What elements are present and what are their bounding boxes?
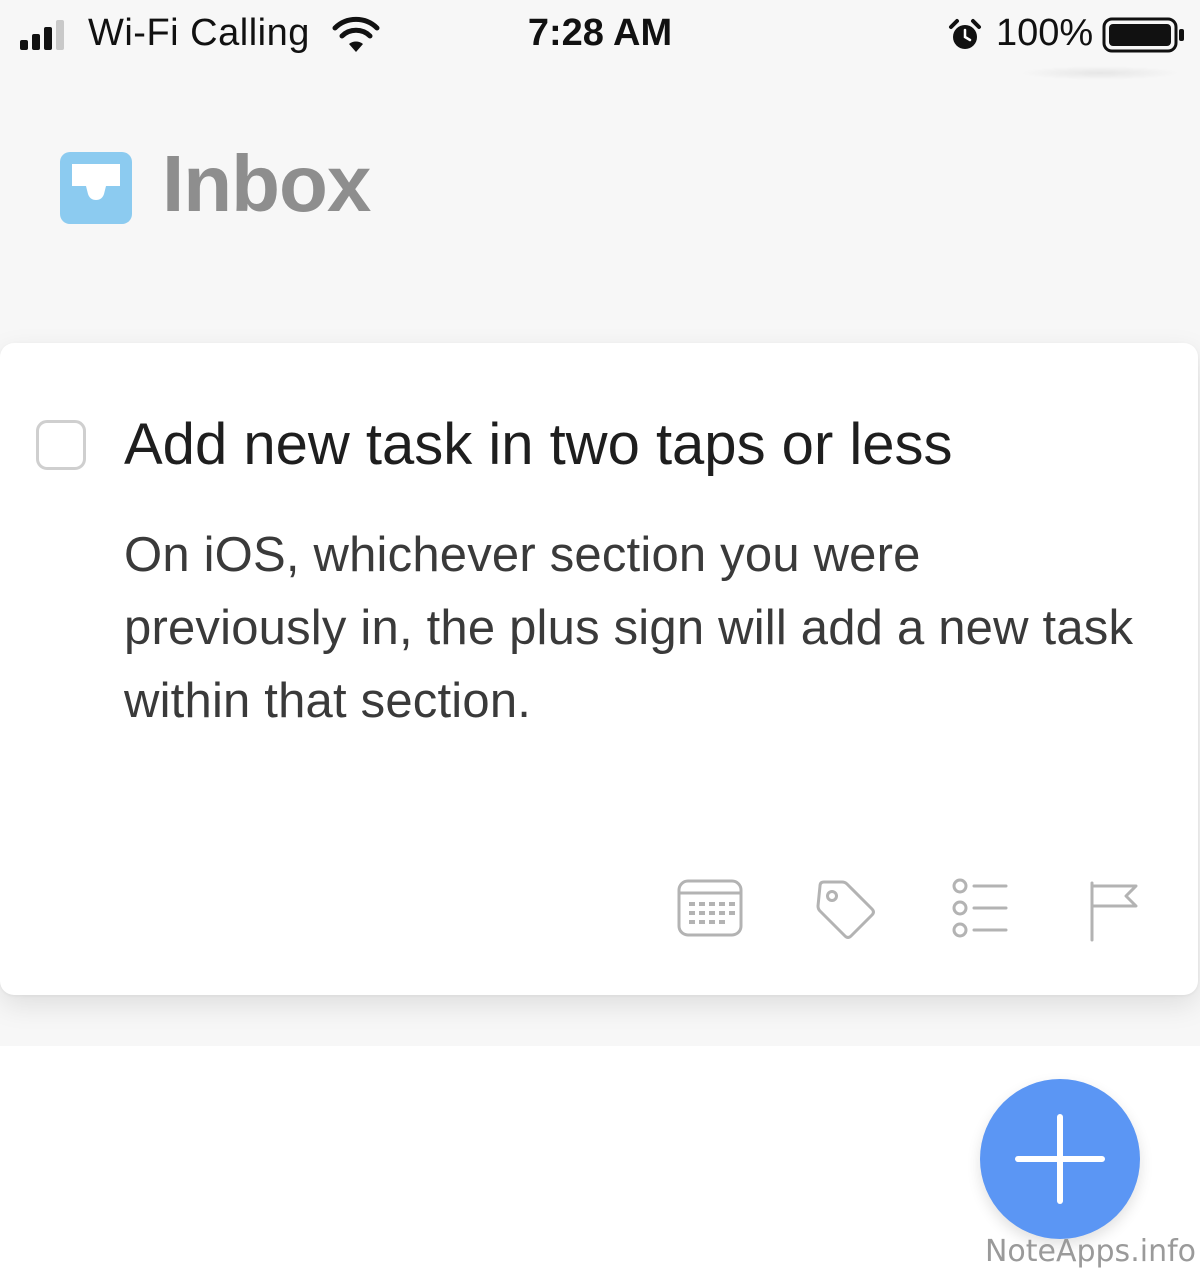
task-note[interactable]: On iOS, whichever section you were previ…: [124, 519, 1154, 738]
tag-icon[interactable]: [814, 878, 878, 942]
task-card[interactable]: Add new task in two taps or less On iOS,…: [0, 343, 1198, 995]
task-title[interactable]: Add new task in two taps or less: [124, 411, 953, 478]
carrier-label: Wi-Fi Calling: [88, 12, 310, 54]
watermark-text: NoteApps.info: [984, 1234, 1196, 1269]
flag-icon[interactable]: [1086, 880, 1142, 942]
status-bar-shadow: [1020, 66, 1180, 80]
status-bar: Wi-Fi Calling 7:28 AM 100%: [0, 0, 1200, 80]
calendar-icon[interactable]: [676, 878, 744, 938]
cellular-signal-icon: [20, 20, 64, 50]
status-time: 7:28 AM: [527, 12, 673, 54]
checklist-icon[interactable]: [950, 878, 1010, 940]
inbox-tray-icon: [60, 152, 132, 224]
battery-percentage: 100%: [996, 12, 1094, 54]
page-title: Inbox: [162, 139, 371, 228]
wifi-icon: [332, 16, 380, 52]
battery-icon: [1102, 17, 1184, 53]
task-checkbox[interactable]: [36, 420, 86, 470]
plus-icon: [1015, 1114, 1105, 1204]
alarm-clock-icon: [949, 19, 981, 49]
add-task-button[interactable]: [980, 1079, 1140, 1239]
